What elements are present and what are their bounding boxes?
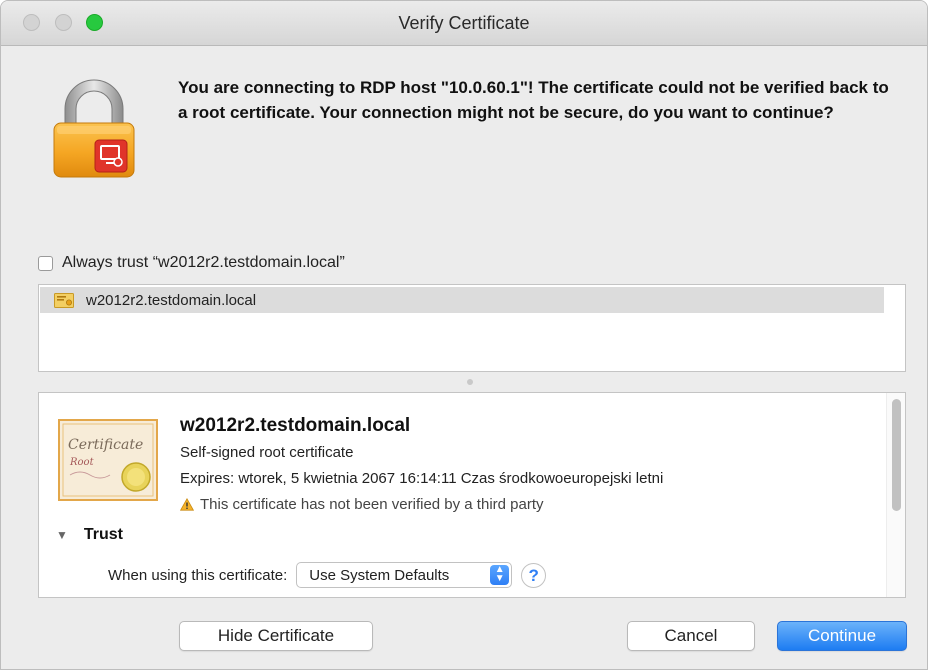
cancel-button[interactable]: Cancel	[627, 621, 755, 651]
trust-disclosure[interactable]: ▼ Trust	[56, 526, 123, 544]
certificate-list-item[interactable]: w2012r2.testdomain.local	[40, 287, 884, 313]
when-using-label: When using this certificate:	[108, 566, 288, 584]
splitter-handle[interactable]	[467, 379, 473, 385]
padlock-rdp-icon	[53, 79, 135, 178]
certificate-icon: Certificate Root	[58, 419, 158, 501]
certificate-list[interactable]: w2012r2.testdomain.local	[38, 284, 906, 372]
trust-policy-value: Use System Defaults	[309, 566, 450, 584]
window-title: Verify Certificate	[398, 13, 530, 33]
certificate-small-icon	[54, 292, 74, 308]
certificate-warning: This certificate has not been verified b…	[180, 496, 544, 513]
certificate-expiry: Expires: wtorek, 5 kwietnia 2067 16:14:1…	[180, 470, 664, 487]
verify-certificate-dialog: Verify Certificate You are connecting to…	[0, 0, 928, 670]
title-bar: Verify Certificate	[1, 1, 927, 46]
details-scrollbar[interactable]	[886, 393, 905, 597]
details-scrollbar-thumb[interactable]	[892, 399, 901, 511]
always-trust-label[interactable]: Always trust “w2012r2.testdomain.local”	[62, 254, 345, 272]
certificate-details-panel: Certificate Root w2012r2.testdomain.loca…	[38, 392, 906, 598]
certificate-type: Self-signed root certificate	[180, 444, 354, 461]
always-trust-checkbox[interactable]	[38, 255, 53, 271]
continue-button[interactable]: Continue	[777, 621, 907, 651]
certificate-warning-text: This certificate has not been verified b…	[200, 496, 544, 513]
trust-policy-select[interactable]: Use System Defaults ▲ ▼	[296, 562, 513, 588]
warning-message: You are connecting to RDP host "10.0.60.…	[178, 78, 889, 122]
disclosure-triangle-icon[interactable]: ▼	[56, 528, 68, 542]
certificate-icon-title: Certificate	[68, 437, 143, 453]
certificate-icon-subtitle: Root	[69, 457, 95, 468]
warning-triangle-icon	[180, 498, 194, 511]
trust-section-label[interactable]: Trust	[84, 526, 123, 544]
help-button[interactable]: ?	[521, 562, 547, 588]
certificate-name: w2012r2.testdomain.local	[180, 415, 411, 436]
certificate-list-item-label: w2012r2.testdomain.local	[86, 291, 257, 309]
select-arrows-icon: ▲ ▼	[490, 565, 510, 585]
hide-certificate-button[interactable]: Hide Certificate	[179, 621, 373, 651]
always-trust-row[interactable]: Always trust “w2012r2.testdomain.local”	[38, 253, 345, 273]
trust-policy-row: When using this certificate: Use System …	[108, 562, 547, 588]
